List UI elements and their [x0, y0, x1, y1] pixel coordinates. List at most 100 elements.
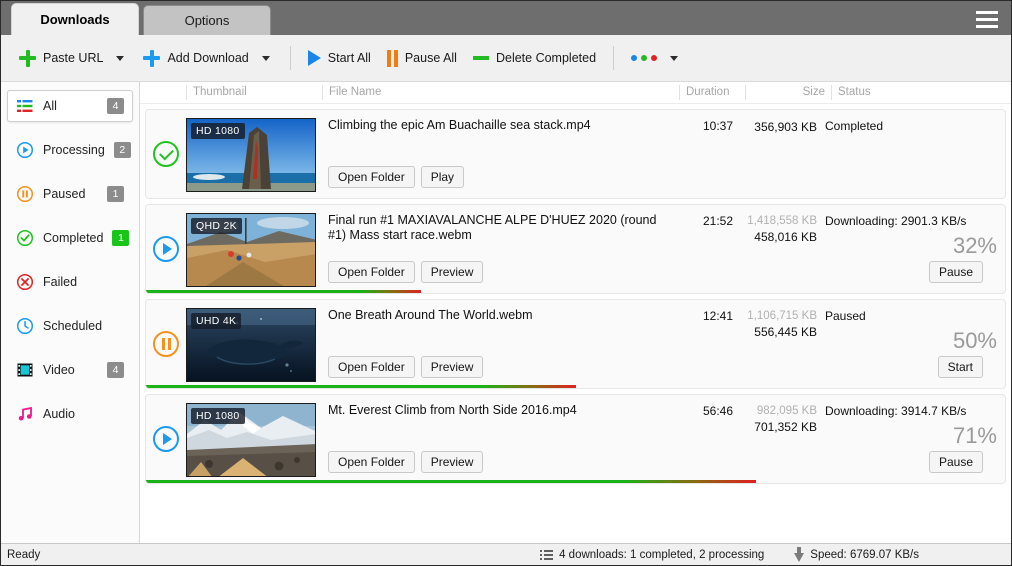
start-button[interactable]: Start: [938, 356, 983, 378]
start-all-button[interactable]: Start All: [300, 41, 379, 75]
more-options-button[interactable]: [623, 41, 665, 75]
clock-icon: [16, 317, 34, 335]
pause-button[interactable]: Pause: [929, 451, 983, 473]
sidebar-item-scheduled-label: Scheduled: [43, 319, 124, 333]
tab-options-label: Options: [185, 13, 230, 28]
row-status: Completed: [825, 110, 1005, 198]
column-file-name[interactable]: File Name: [322, 85, 679, 100]
play-circle-icon[interactable]: [153, 236, 179, 262]
progress-bar: [146, 290, 421, 293]
row-thumbnail[interactable]: UHD 4K: [186, 300, 322, 388]
start-all-label: Start All: [328, 51, 371, 65]
hamburger-icon[interactable]: [973, 7, 1001, 31]
play-button[interactable]: Play: [421, 166, 464, 188]
table-row[interactable]: QHD 2K: [145, 204, 1006, 294]
tab-options[interactable]: Options: [143, 5, 271, 35]
status-speed-text: Speed: 6769.07 KB/s: [810, 549, 919, 561]
open-folder-button[interactable]: Open Folder: [328, 356, 415, 378]
paste-url-dropdown[interactable]: [111, 41, 129, 75]
row-info: Mt. Everest Climb from North Side 2016.m…: [322, 395, 667, 483]
file-name: Mt. Everest Climb from North Side 2016.m…: [328, 403, 661, 418]
size-downloaded: 556,445 KB: [733, 324, 817, 340]
pause-circle-icon[interactable]: [153, 331, 179, 357]
error-circle-icon: [16, 273, 34, 291]
row-thumbnail[interactable]: HD 1080: [186, 395, 322, 483]
sidebar-item-processing[interactable]: Processing 2: [7, 134, 133, 166]
paste-url-label: Paste URL: [43, 51, 103, 65]
status-ready: Ready: [7, 549, 540, 561]
column-duration[interactable]: Duration: [679, 85, 745, 100]
open-folder-button[interactable]: Open Folder: [328, 261, 415, 283]
row-thumbnail[interactable]: HD 1080: [186, 110, 322, 198]
row-state: [146, 110, 186, 198]
table-row[interactable]: UHD 4K: [145, 299, 1006, 389]
row-state[interactable]: [146, 300, 186, 388]
pause-button[interactable]: Pause: [929, 261, 983, 283]
progress-percent: 50%: [953, 328, 997, 354]
table-row[interactable]: HD 1080: [145, 109, 1006, 199]
add-download-button[interactable]: Add Download: [135, 41, 256, 75]
row-thumbnail[interactable]: QHD 2K: [186, 205, 322, 293]
sidebar-item-all-label: All: [43, 99, 98, 113]
toolbar-separator: [613, 46, 614, 70]
status-text: Downloading: 3914.7 KB/s: [825, 404, 997, 419]
status-bar: Ready 4 downloads: 1 completed, 2 proces…: [1, 543, 1011, 565]
sidebar-item-failed[interactable]: Failed: [7, 266, 133, 298]
sidebar-item-video-badge: 4: [107, 362, 124, 378]
quality-badge: UHD 4K: [191, 313, 241, 329]
sidebar-item-video[interactable]: Video 4: [7, 354, 133, 386]
add-download-dropdown[interactable]: [257, 41, 275, 75]
open-folder-button[interactable]: Open Folder: [328, 451, 415, 473]
row-state[interactable]: [146, 205, 186, 293]
sidebar-item-completed[interactable]: Completed 1: [7, 222, 133, 254]
film-strip-icon: [16, 361, 34, 379]
table-row[interactable]: HD 1080: [145, 394, 1006, 484]
row-sizes: 356,903 KB: [733, 110, 825, 198]
status-speed: Speed: 6769.07 KB/s: [794, 547, 919, 562]
tab-downloads[interactable]: Downloads: [11, 3, 139, 35]
pause-all-label: Pause All: [405, 51, 457, 65]
add-download-label: Add Download: [167, 51, 248, 65]
play-icon: [308, 50, 321, 66]
progress-bar: [146, 385, 576, 388]
status-text: Paused: [825, 309, 997, 324]
sidebar: All 4 Processing 2 Paused 1: [1, 82, 140, 543]
preview-button[interactable]: Preview: [421, 451, 484, 473]
size-total: 356,903 KB: [733, 119, 817, 135]
more-options-dropdown[interactable]: [665, 41, 683, 75]
preview-button[interactable]: Preview: [421, 356, 484, 378]
quality-badge: HD 1080: [191, 408, 245, 424]
status-downloads-summary: 4 downloads: 1 completed, 2 processing: [540, 549, 764, 561]
status-text: Downloading: 2901.3 KB/s: [825, 214, 997, 229]
music-note-icon: [16, 405, 34, 423]
delete-completed-button[interactable]: Delete Completed: [465, 41, 604, 75]
sidebar-item-all[interactable]: All 4: [7, 90, 133, 122]
check-circle-icon: [16, 229, 34, 247]
column-size[interactable]: Size: [745, 85, 831, 100]
row-status: Downloading: 3914.7 KB/s 71% Pause: [825, 395, 1005, 483]
pause-all-button[interactable]: Pause All: [379, 41, 465, 75]
sidebar-item-paused[interactable]: Paused 1: [7, 178, 133, 210]
toolbar: Paste URL Add Download Start All Pause A…: [1, 35, 1011, 82]
sidebar-item-completed-label: Completed: [43, 231, 103, 245]
column-status[interactable]: Status: [831, 85, 1011, 100]
row-info: One Breath Around The World.webm Open Fo…: [322, 300, 667, 388]
open-folder-button[interactable]: Open Folder: [328, 166, 415, 188]
sidebar-item-paused-badge: 1: [107, 186, 124, 202]
progress-bar: [146, 480, 756, 483]
download-arrow-icon: [794, 547, 804, 562]
plus-icon: [143, 50, 160, 67]
size-total: 1,418,558 KB: [733, 214, 817, 229]
play-circle-icon[interactable]: [153, 426, 179, 452]
column-thumbnail[interactable]: Thumbnail: [186, 85, 322, 100]
preview-button[interactable]: Preview: [421, 261, 484, 283]
tab-strip: Downloads Options: [1, 1, 1011, 35]
sidebar-item-scheduled[interactable]: Scheduled: [7, 310, 133, 342]
sidebar-item-audio[interactable]: Audio: [7, 398, 133, 430]
paste-url-button[interactable]: Paste URL: [11, 41, 111, 75]
three-dots-icon: [631, 55, 657, 61]
main-body: All 4 Processing 2 Paused 1: [1, 82, 1011, 543]
list-icon: [540, 550, 553, 560]
row-sizes: 982,095 KB 701,352 KB: [733, 395, 825, 483]
row-state[interactable]: [146, 395, 186, 483]
